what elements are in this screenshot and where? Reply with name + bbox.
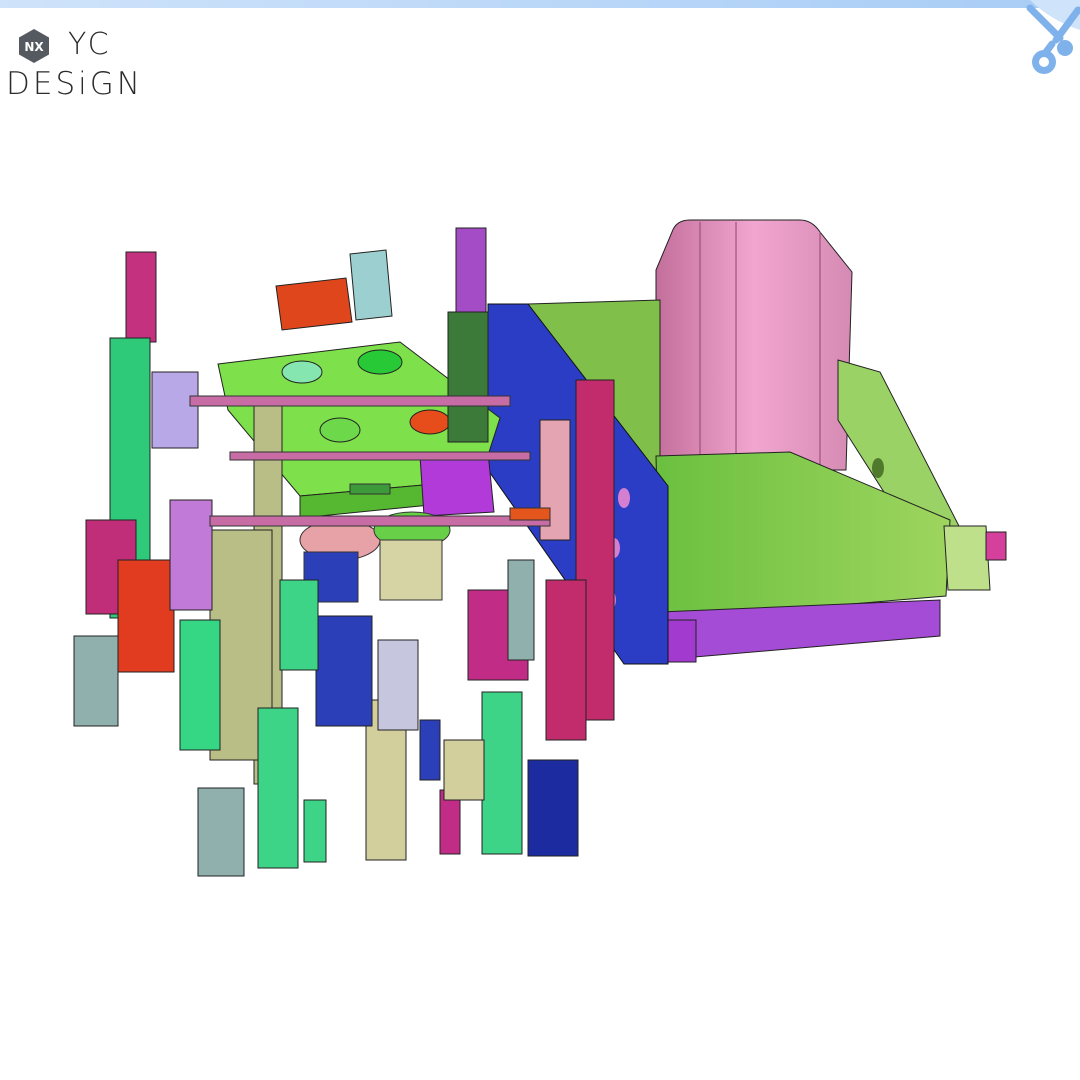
- cad-viewport: NX YC DESiGN: [0, 0, 1080, 1080]
- motor-block: [655, 219, 853, 471]
- mold-assembly-render: [73, 219, 1007, 877]
